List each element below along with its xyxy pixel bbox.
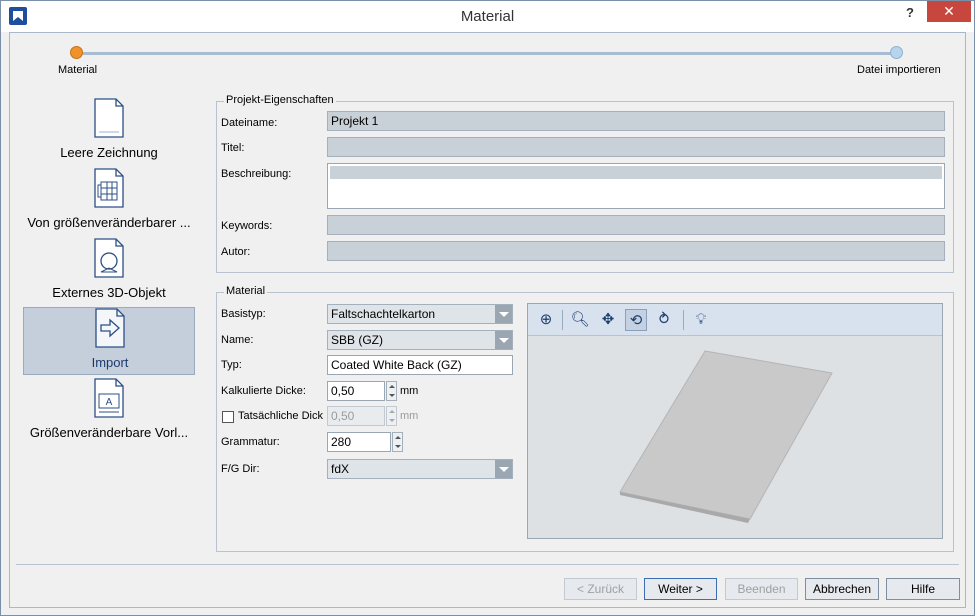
toolbar-separator bbox=[683, 310, 684, 330]
nav-label: Import bbox=[91, 355, 129, 370]
description-field[interactable] bbox=[327, 163, 945, 209]
close-button[interactable]: ✕ bbox=[927, 1, 971, 22]
filename-field[interactable]: Projekt 1 bbox=[327, 111, 945, 131]
typ-label: Typ: bbox=[221, 359, 242, 371]
preview-toolbar: ⊕ 🔍︎ ✥ ⟲ ⥁ 💡︎ bbox=[528, 304, 942, 336]
calc-thickness-label: Kalkulierte Dicke: bbox=[221, 385, 306, 397]
help-icon[interactable]: ? bbox=[899, 5, 921, 25]
grammage-label: Grammatur: bbox=[221, 436, 280, 448]
actual-thickness-unit: mm bbox=[400, 410, 419, 422]
toolbar-separator bbox=[562, 310, 563, 330]
nav-item-blank-drawing[interactable]: Leere Zeichnung bbox=[23, 98, 195, 166]
actual-thickness-checkbox[interactable] bbox=[222, 411, 234, 423]
grammage-field[interactable]: 280 bbox=[327, 432, 391, 452]
fg-dir-label: F/G Dir: bbox=[221, 463, 260, 475]
step-label-material: Material bbox=[58, 64, 98, 76]
name-value: SBB (GZ) bbox=[331, 333, 384, 347]
basistyp-select[interactable]: Faltschachtelkarton bbox=[327, 304, 513, 324]
step-dot-material bbox=[70, 46, 83, 59]
description-text bbox=[330, 166, 942, 179]
resizable-template-icon: A bbox=[94, 378, 124, 418]
calc-thickness-unit: mm bbox=[400, 385, 419, 397]
actual-thickness-stepper[interactable] bbox=[386, 406, 397, 426]
rotate-3d-icon[interactable]: ⟲ bbox=[625, 309, 647, 331]
next-button[interactable]: Weiter > bbox=[644, 578, 717, 600]
3d-viewport[interactable] bbox=[528, 337, 942, 538]
keywords-field[interactable] bbox=[327, 215, 945, 235]
group-title-project: Projekt-Eigenschaften bbox=[224, 94, 336, 106]
title-field[interactable] bbox=[327, 137, 945, 157]
pan-icon[interactable]: ✥ bbox=[597, 309, 619, 331]
nav-label: Von größenveränderbarer ... bbox=[27, 215, 191, 230]
actual-thickness-field[interactable]: 0,50 bbox=[327, 406, 385, 426]
author-label: Autor: bbox=[221, 246, 251, 258]
resizable-box-icon bbox=[94, 168, 124, 208]
basistyp-value: Faltschachtelkarton bbox=[331, 307, 436, 321]
calc-thickness-stepper[interactable] bbox=[386, 381, 397, 401]
import-arrow-icon bbox=[95, 308, 125, 348]
chevron-down-icon bbox=[495, 460, 512, 478]
finish-button[interactable]: Beenden bbox=[725, 578, 798, 600]
grammage-stepper[interactable] bbox=[392, 432, 403, 452]
3d-preview-panel[interactable]: ⊕ 🔍︎ ✥ ⟲ ⥁ 💡︎ bbox=[527, 303, 943, 539]
step-label-import: Datei importieren bbox=[857, 64, 941, 76]
cancel-button[interactable]: Abbrechen bbox=[805, 578, 879, 600]
nav-label: Größenveränderbare Vorl... bbox=[29, 425, 189, 440]
nav-label: Leere Zeichnung bbox=[60, 145, 158, 160]
typ-field[interactable]: Coated White Back (GZ) bbox=[327, 355, 513, 375]
nav-item-resizable-template[interactable]: A Größenveränderbare Vorl... bbox=[23, 378, 195, 446]
back-button[interactable]: < Zurück bbox=[564, 578, 637, 600]
rotate-axis-icon[interactable]: ⥁ bbox=[653, 309, 675, 331]
window-title: Material bbox=[460, 8, 515, 25]
chevron-down-icon bbox=[495, 305, 512, 323]
search-document-icon bbox=[94, 238, 124, 278]
keywords-label: Keywords: bbox=[221, 220, 273, 232]
group-title-material: Material bbox=[224, 285, 268, 297]
title-label: Titel: bbox=[221, 142, 245, 154]
fg-dir-select[interactable]: fdX bbox=[327, 459, 513, 479]
name-select[interactable]: SBB (GZ) bbox=[327, 330, 513, 350]
nav-item-external-3d[interactable]: Externes 3D-Objekt bbox=[23, 238, 195, 306]
nav-label: Externes 3D-Objekt bbox=[52, 285, 166, 300]
help-button[interactable]: Hilfe bbox=[886, 578, 960, 600]
calc-thickness-field[interactable]: 0,50 bbox=[327, 381, 385, 401]
filename-label: Dateiname: bbox=[221, 117, 278, 129]
basistyp-label: Basistyp: bbox=[221, 308, 266, 320]
chevron-down-icon bbox=[495, 331, 512, 349]
nav-item-resizable-design[interactable]: Von größenveränderbarer ... bbox=[23, 168, 195, 236]
actual-thickness-label: Tatsächliche Dick bbox=[238, 410, 323, 422]
step-dot-import bbox=[890, 46, 903, 59]
author-field[interactable] bbox=[327, 241, 945, 261]
zoom-icon[interactable]: 🔍︎ bbox=[569, 309, 591, 331]
footer-divider bbox=[16, 564, 959, 565]
name-label: Name: bbox=[221, 334, 254, 346]
blank-document-icon bbox=[94, 98, 124, 138]
description-label: Beschreibung: bbox=[221, 168, 292, 180]
nav-item-import[interactable]: Import bbox=[23, 307, 195, 375]
svg-text:A: A bbox=[106, 397, 113, 408]
material-sheet-3d bbox=[619, 350, 833, 520]
step-progress-line bbox=[76, 52, 896, 55]
title-bar: Material ? ✕ bbox=[1, 1, 974, 32]
zoom-fit-icon[interactable]: ⊕ bbox=[535, 309, 557, 331]
light-bulb-icon[interactable]: 💡︎ bbox=[690, 309, 712, 331]
fg-dir-value: fdX bbox=[331, 462, 350, 476]
